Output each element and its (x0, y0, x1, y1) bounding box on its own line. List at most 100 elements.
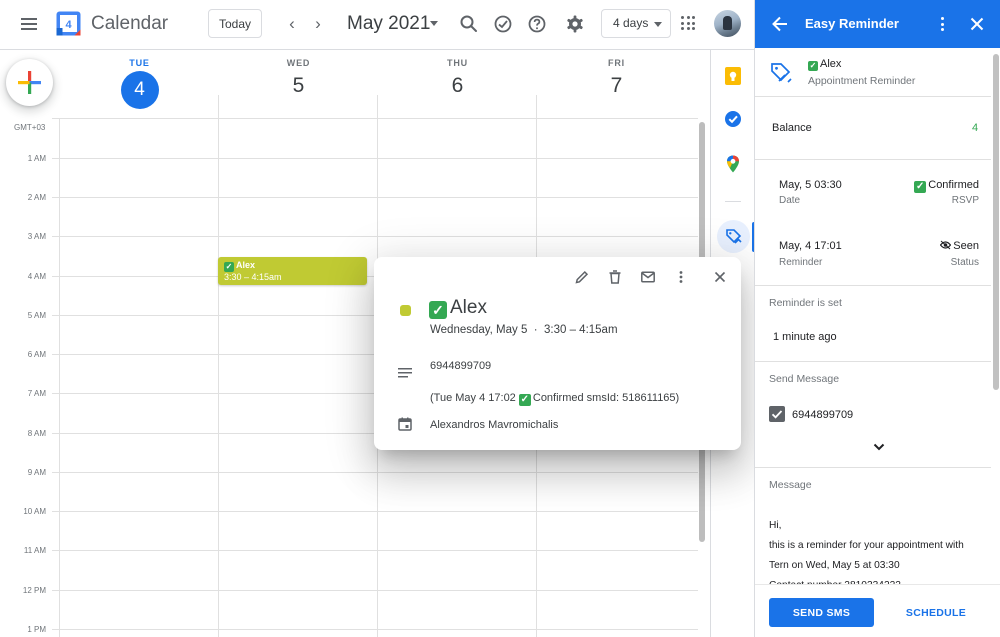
day-header-thu[interactable]: THU 6 (378, 58, 537, 118)
apps-grid-icon[interactable] (681, 16, 695, 30)
reminder-date: May, 4 17:01 (779, 240, 842, 252)
day-number[interactable]: 5 (219, 74, 378, 98)
popup-description-status: (Tue May 4 17:02 ✓ Confirmed smsId: 51861… (430, 392, 680, 406)
calendar-logo-icon[interactable]: 4 (56, 11, 81, 36)
day-name: FRI (608, 58, 625, 68)
divider (725, 201, 741, 202)
balance-label: Balance (772, 122, 812, 134)
send-message-label: Send Message (769, 373, 840, 385)
rsvp-status: ✓ Confirmed (914, 179, 979, 193)
hour-label: 10 AM (23, 507, 46, 516)
day-column-divider (218, 118, 219, 637)
month-dropdown-caret-icon[interactable] (430, 21, 438, 26)
popup-calendar-owner: Alexandros Mavromichalis (430, 419, 559, 431)
check-mark-icon: ✓ (429, 301, 447, 319)
day-number[interactable]: 6 (378, 74, 537, 98)
rsvp-label: RSVP (951, 195, 979, 206)
hour-label: 4 AM (27, 272, 46, 281)
message-line: Tern on Wed, May 5 at 03:30 (769, 560, 900, 571)
help-icon[interactable] (526, 13, 548, 35)
appointment-date: May, 5 03:30 (779, 179, 842, 191)
divider (755, 159, 991, 160)
hour-line (52, 629, 698, 630)
close-icon[interactable] (712, 269, 728, 285)
check-mark-icon: ✓ (914, 181, 927, 193)
hour-label: 1 AM (27, 154, 46, 163)
more-icon[interactable] (673, 269, 689, 285)
account-avatar[interactable] (714, 10, 741, 37)
keep-icon[interactable] (723, 66, 743, 86)
today-button[interactable]: Today (208, 9, 262, 38)
edit-icon[interactable] (574, 269, 590, 285)
popup-description-phone: 6944899709 (430, 360, 492, 372)
delete-icon[interactable] (607, 269, 623, 285)
chevron-down-icon (654, 22, 662, 27)
event-title: ✓ Alex (224, 260, 256, 272)
calendar-icon (398, 417, 412, 431)
calendar-app: 4 Calendar Today ‹ › May 2021 4 days TUE… (0, 0, 1000, 637)
hour-line (52, 511, 698, 512)
maps-pin-icon[interactable] (723, 154, 743, 174)
message-text[interactable]: Hi, this is a reminder for your appointm… (769, 516, 984, 584)
day-header-wed[interactable]: WED 5 (219, 58, 378, 118)
hour-label: 7 AM (27, 389, 46, 398)
check-mark-icon: ✓ (224, 262, 234, 272)
easy-reminder-addon-button[interactable] (717, 220, 750, 253)
previous-period-button[interactable]: ‹ (284, 14, 300, 34)
reminder-set-label: Reminder is set (769, 297, 842, 309)
hour-line (52, 550, 698, 551)
event-color-swatch (400, 305, 411, 316)
divider (377, 95, 378, 118)
current-month-label[interactable]: May 2021 (347, 13, 430, 35)
hour-line (52, 158, 698, 159)
hour-line (52, 472, 698, 473)
back-arrow-icon[interactable] (771, 15, 789, 33)
day-header-fri[interactable]: FRI 7 (537, 58, 696, 118)
email-icon[interactable] (640, 269, 656, 285)
gear-icon[interactable] (564, 13, 586, 35)
create-event-button[interactable] (6, 59, 53, 106)
day-number-today[interactable]: 4 (120, 71, 159, 109)
scrollbar-thumb[interactable] (993, 54, 999, 390)
more-icon[interactable] (938, 14, 946, 34)
event-details-popup: ✓ Alex Wednesday, May 5 · 3:30 – 4:15am 6… (374, 257, 741, 450)
close-icon[interactable] (969, 16, 985, 32)
top-bar: 4 Calendar Today ‹ › May 2021 4 days (0, 0, 754, 50)
day-name: THU (447, 58, 468, 68)
divider (218, 95, 219, 118)
schedule-button[interactable]: SCHEDULE (895, 598, 977, 627)
message-line: Contact number 2810334222 (769, 576, 984, 584)
reminder-status: Seen (940, 240, 979, 252)
view-selector-label: 4 days (613, 16, 649, 30)
event-chip-alex[interactable]: ✓ Alex 3:30 – 4:15am (218, 257, 367, 285)
day-name: WED (286, 58, 311, 68)
hour-line (52, 590, 698, 591)
tasks-icon[interactable] (723, 109, 743, 129)
contact-subtitle: Appointment Reminder (808, 75, 916, 87)
description-icon (398, 368, 412, 378)
panel-body[interactable]: ✓ Alex Appointment Reminder Balance 4 May… (755, 48, 991, 584)
hour-line (52, 236, 698, 237)
check-mark-icon: ✓ (808, 61, 818, 71)
send-sms-button[interactable]: SEND SMS (769, 598, 874, 627)
day-number[interactable]: 7 (537, 74, 696, 98)
panel-scrollbar[interactable] (991, 48, 1000, 584)
message-line: Hi, (769, 520, 782, 531)
search-icon[interactable] (458, 13, 480, 35)
recipient-number: 6944899709 (792, 409, 854, 421)
message-label: Message (769, 479, 812, 491)
menu-icon[interactable] (14, 11, 44, 37)
chevron-down-icon[interactable] (872, 442, 886, 452)
divider (755, 361, 991, 362)
next-period-button[interactable]: › (310, 14, 326, 34)
hour-label: 2 AM (27, 193, 46, 202)
day-header-tue[interactable]: TUE 4 (60, 58, 219, 118)
appointment-date-label: Date (779, 195, 801, 206)
view-selector[interactable]: 4 days (601, 9, 671, 38)
svg-text:4: 4 (65, 19, 72, 31)
divider (536, 95, 537, 118)
hour-label: 12 PM (22, 586, 46, 595)
tasks-check-icon[interactable] (492, 13, 514, 35)
recipient-checkbox[interactable] (769, 406, 785, 422)
reminder-status-label: Status (950, 257, 979, 268)
